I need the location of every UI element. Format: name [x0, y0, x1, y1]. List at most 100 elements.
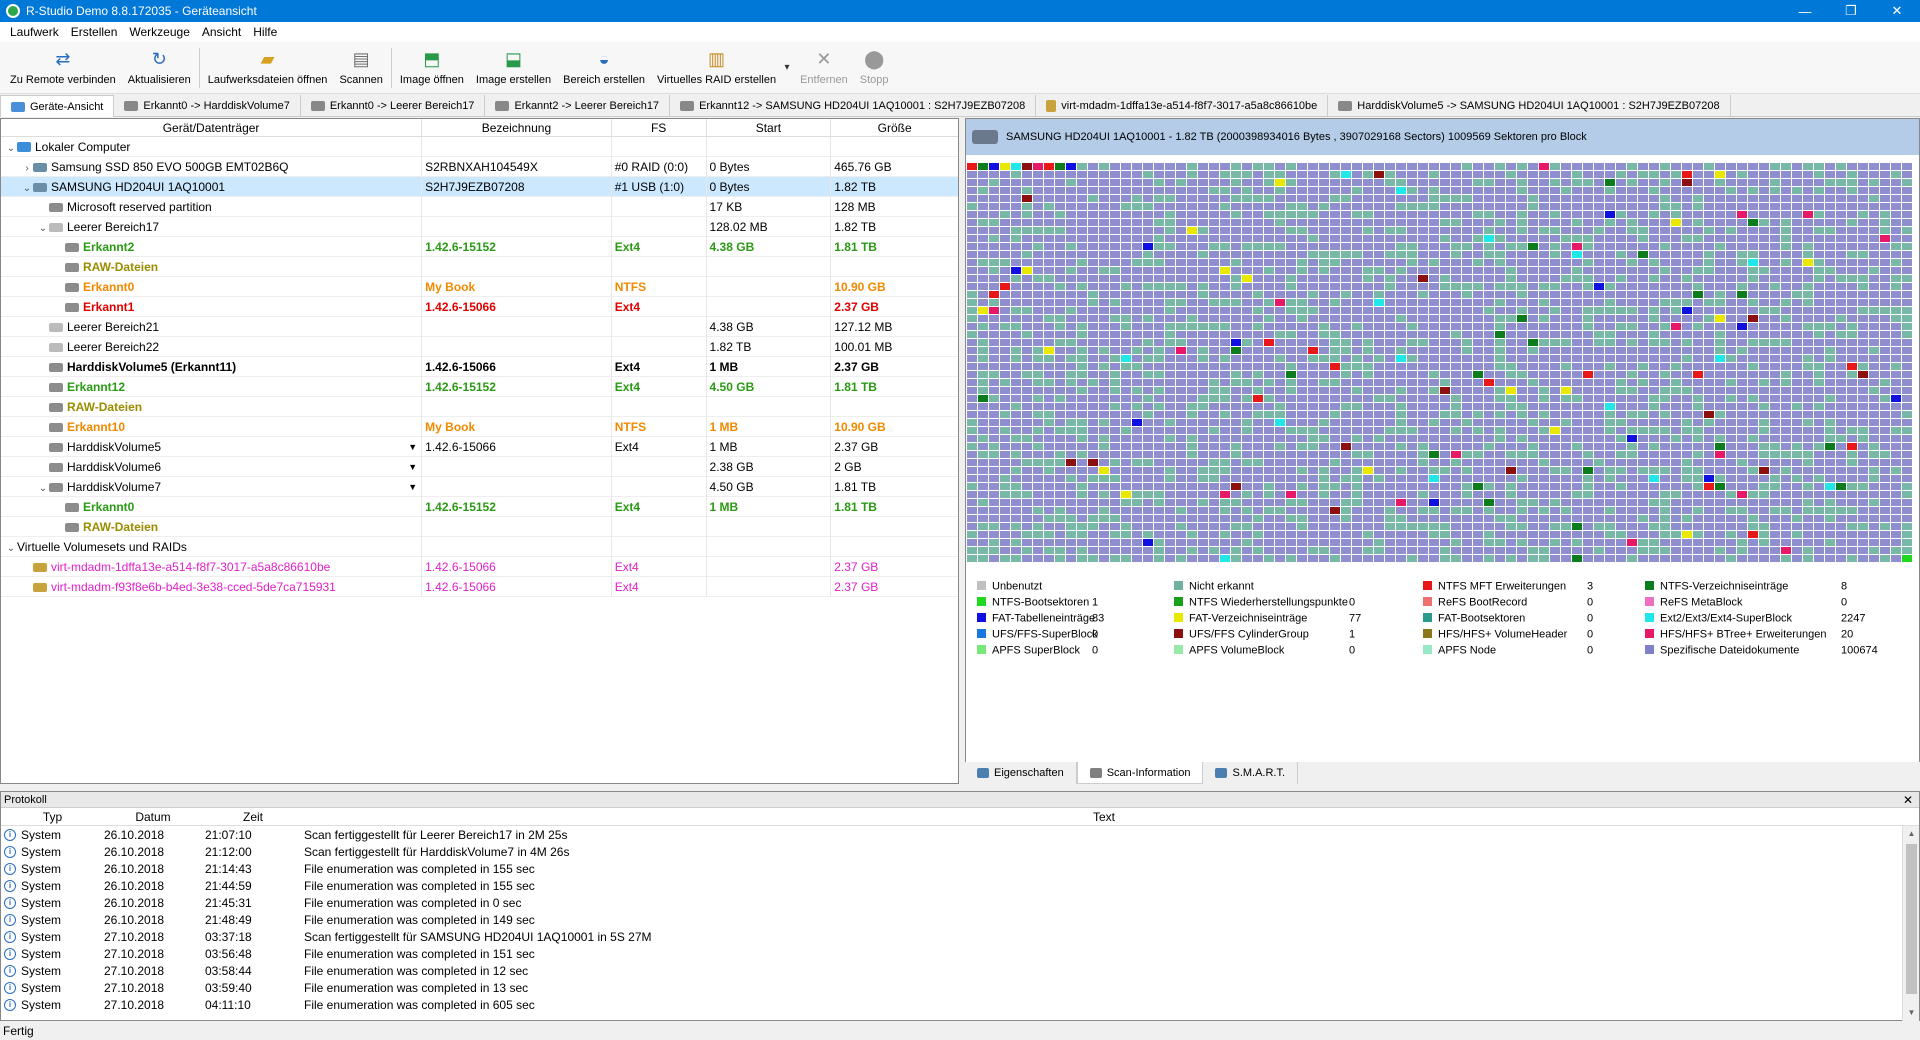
- device-row[interactable]: HarddiskVolume5 (Erkannt11) 1.42.6-15066 E…: [1, 356, 958, 377]
- log-column-text[interactable]: Text: [301, 808, 1904, 825]
- disk-block: [1572, 371, 1582, 378]
- refresh-button[interactable]: ↻ Aktualisieren: [122, 42, 197, 92]
- device-row[interactable]: Erkannt0 1.42.6-15152 Ext4 1 MB 1.81 TB: [1, 496, 958, 517]
- device-row[interactable]: Leerer Bereich22 1.82 TB 100.01 MB: [1, 336, 958, 357]
- device-row[interactable]: Leerer Bereich21 4.38 GB 127.12 MB: [1, 316, 958, 337]
- device-row[interactable]: ⌄ Virtuelle Volumesets und RAIDs: [1, 536, 958, 557]
- expand-chevron-down-icon[interactable]: ⌄: [37, 479, 49, 497]
- device-row[interactable]: Erkannt10 My Book NTFS 1 MB 10.90 GB: [1, 416, 958, 437]
- log-column-time[interactable]: Zeit: [202, 808, 301, 825]
- tab-virt-mdadm[interactable]: virt-mdadm-1dffa13e-a514-f8f7-3017-a5a8c…: [1036, 95, 1329, 117]
- expand-chevron-down-icon[interactable]: ⌄: [21, 179, 33, 197]
- scroll-up-icon[interactable]: ▲: [1903, 826, 1920, 842]
- log-row[interactable]: i System 27.10.2018 03:56:48 File enumeratio…: [1, 945, 1919, 962]
- volume-dropdown-icon[interactable]: ▼: [408, 457, 417, 477]
- device-name: Leerer Bereich22: [67, 339, 160, 354]
- tab-harddiskvolume5-samsung[interactable]: HarddiskVolume5 -> SAMSUNG HD204UI 1AQ10…: [1328, 95, 1731, 117]
- scroll-thumb[interactable]: [1906, 844, 1917, 994]
- open-image-button[interactable]: ⬒ Image öffnen: [394, 42, 470, 92]
- maximize-button[interactable]: ❐: [1828, 0, 1874, 22]
- tab-erkannt2-leerer-bereich17[interactable]: Erkannt2 -> Leerer Bereich17: [485, 95, 671, 117]
- menu-laufwerk[interactable]: Laufwerk: [4, 25, 65, 39]
- tab-eigenschaften[interactable]: Eigenschaften: [965, 762, 1077, 784]
- stop-button[interactable]: ⬤ Stopp: [854, 42, 895, 92]
- device-row[interactable]: ⌄ SAMSUNG HD204UI 1AQ10001 S2H7J9EZB07208 #…: [1, 176, 958, 197]
- tab-erkannt0-harddiskvolume7[interactable]: Erkannt0 -> HarddiskVolume7: [114, 95, 301, 117]
- expand-chevron-down-icon[interactable]: ⌄: [5, 539, 17, 557]
- disk-block: [967, 395, 977, 402]
- device-row[interactable]: Erkannt1 1.42.6-15066 Ext4 2.37 GB: [1, 296, 958, 317]
- log-close-button[interactable]: ✕: [1903, 792, 1913, 808]
- create-raid-button[interactable]: ▥ Virtuelles RAID erstellen: [651, 42, 782, 92]
- tab-erkannt12-samsung[interactable]: Erkannt12 -> SAMSUNG HD204UI 1AQ10001 : …: [670, 95, 1037, 117]
- column-header-fs[interactable]: FS: [612, 119, 707, 136]
- device-row[interactable]: RAW-Dateien: [1, 516, 958, 537]
- log-text-cell: File enumeration was completed in 605 se…: [304, 997, 535, 1012]
- column-header-size[interactable]: Größe: [831, 119, 958, 136]
- device-row[interactable]: Microsoft reserved partition 17 KB 128 MB: [1, 196, 958, 217]
- device-row[interactable]: RAW-Dateien: [1, 396, 958, 417]
- menu-hilfe[interactable]: Hilfe: [247, 25, 283, 39]
- device-row[interactable]: RAW-Dateien: [1, 256, 958, 277]
- device-row[interactable]: Erkannt2 1.42.6-15152 Ext4 4.38 GB 1.81 TB: [1, 236, 958, 257]
- log-row[interactable]: i System 26.10.2018 21:07:10 Scan fertiggest…: [1, 826, 1919, 843]
- disk-block: [1847, 475, 1857, 482]
- log-row[interactable]: i System 27.10.2018 03:37:18 Scan fertiggest…: [1, 928, 1919, 945]
- log-scrollbar[interactable]: ▲ ▼: [1902, 826, 1919, 1021]
- log-row[interactable]: i System 26.10.2018 21:45:31 File enumeratio…: [1, 894, 1919, 911]
- log-column-type[interactable]: Typ: [1, 808, 101, 825]
- close-button[interactable]: ✕: [1874, 0, 1920, 22]
- disk-block: [1825, 371, 1835, 378]
- device-row[interactable]: virt-mdadm-1dffa13e-a514-f8f7-3017-a5a8c…: [1, 556, 958, 577]
- expand-chevron-down-icon[interactable]: ⌄: [5, 139, 17, 157]
- menu-werkzeuge[interactable]: Werkzeuge: [123, 25, 195, 39]
- disk-block: [1847, 187, 1857, 194]
- open-drive-files-button[interactable]: ▰ Laufwerksdateien öffnen: [202, 42, 334, 92]
- disk-block: [1660, 339, 1670, 346]
- scroll-down-icon[interactable]: ▼: [1903, 1005, 1920, 1021]
- column-header-start[interactable]: Start: [707, 119, 832, 136]
- device-row[interactable]: Erkannt12 1.42.6-15152 Ext4 4.50 GB 1.81 TB: [1, 376, 958, 397]
- disk-block: [1330, 307, 1340, 314]
- disk-block: [1132, 267, 1142, 274]
- device-row[interactable]: ⌄ Leerer Bereich17 128.02 MB 1.82 TB: [1, 216, 958, 237]
- column-header-device[interactable]: Gerät/Datenträger: [1, 119, 423, 136]
- log-row[interactable]: i System 26.10.2018 21:44:59 File enumeratio…: [1, 877, 1919, 894]
- remote-connect-button[interactable]: ⇄ Zu Remote verbinden: [4, 42, 122, 92]
- log-row[interactable]: i System 26.10.2018 21:12:00 Scan fertiggest…: [1, 843, 1919, 860]
- tab-erkannt0-leerer-bereich17[interactable]: Erkannt0 -> Leerer Bereich17: [301, 95, 486, 117]
- tab-scan-information[interactable]: Scan-Information: [1076, 762, 1204, 784]
- scan-button[interactable]: ▤ Scannen: [333, 42, 388, 92]
- menu-ansicht[interactable]: Ansicht: [196, 25, 247, 39]
- log-row[interactable]: i System 27.10.2018 03:58:44 File enumeratio…: [1, 962, 1919, 979]
- device-row[interactable]: virt-mdadm-f93f8e6b-b4ed-3e38-cced-5de7c…: [1, 576, 958, 597]
- device-row[interactable]: HarddiskVolume5 ▼ 1.42.6-15066 Ext4 1 MB 2.37…: [1, 436, 958, 457]
- device-row[interactable]: ⌄ HarddiskVolume7 ▼ 4.50 GB 1.81 TB: [1, 476, 958, 497]
- volume-dropdown-icon[interactable]: ▼: [408, 477, 417, 497]
- volume-dropdown-icon[interactable]: ▼: [408, 437, 417, 457]
- tab-smart[interactable]: S.M.A.R.T.: [1203, 762, 1299, 784]
- log-row[interactable]: i System 26.10.2018 21:48:49 File enumeratio…: [1, 911, 1919, 928]
- create-raid-dropdown[interactable]: ▾: [782, 42, 794, 92]
- remove-button[interactable]: ✕ Entfernen: [794, 42, 854, 92]
- create-region-button[interactable]: ◒ Bereich erstellen: [557, 42, 651, 92]
- device-row[interactable]: › Samsung SSD 850 EVO 500GB EMT02B6Q S2RBN…: [1, 156, 958, 177]
- log-row[interactable]: i System 27.10.2018 03:59:40 File enumeratio…: [1, 979, 1919, 996]
- disk-map[interactable]: Unbenutzt Nicht erkannt NTFS MFT Erweiteru…: [967, 163, 1917, 778]
- column-header-label[interactable]: Bezeichnung: [422, 119, 612, 136]
- device-row[interactable]: HarddiskVolume6 ▼ 2.38 GB 2 GB: [1, 456, 958, 477]
- menu-erstellen[interactable]: Erstellen: [65, 25, 124, 39]
- device-row[interactable]: Erkannt0 My Book NTFS 10.90 GB: [1, 276, 958, 297]
- log-column-date[interactable]: Datum: [101, 808, 202, 825]
- expand-chevron-down-icon[interactable]: ⌄: [37, 219, 49, 237]
- create-image-button[interactable]: ⬓ Image erstellen: [470, 42, 557, 92]
- tab-device-view[interactable]: Geräte-Ansicht: [0, 95, 115, 117]
- log-row[interactable]: i System 27.10.2018 04:11:10 File enumeratio…: [1, 996, 1919, 1013]
- log-row[interactable]: i System 26.10.2018 21:14:43 File enumeratio…: [1, 860, 1919, 877]
- disk-block: [1165, 171, 1175, 178]
- expand-chevron-right-icon[interactable]: ›: [21, 159, 33, 177]
- disk-block: [1077, 203, 1087, 210]
- minimize-button[interactable]: —: [1782, 0, 1828, 22]
- disk-block: [1209, 227, 1219, 234]
- device-row[interactable]: ⌄ Lokaler Computer: [1, 136, 958, 157]
